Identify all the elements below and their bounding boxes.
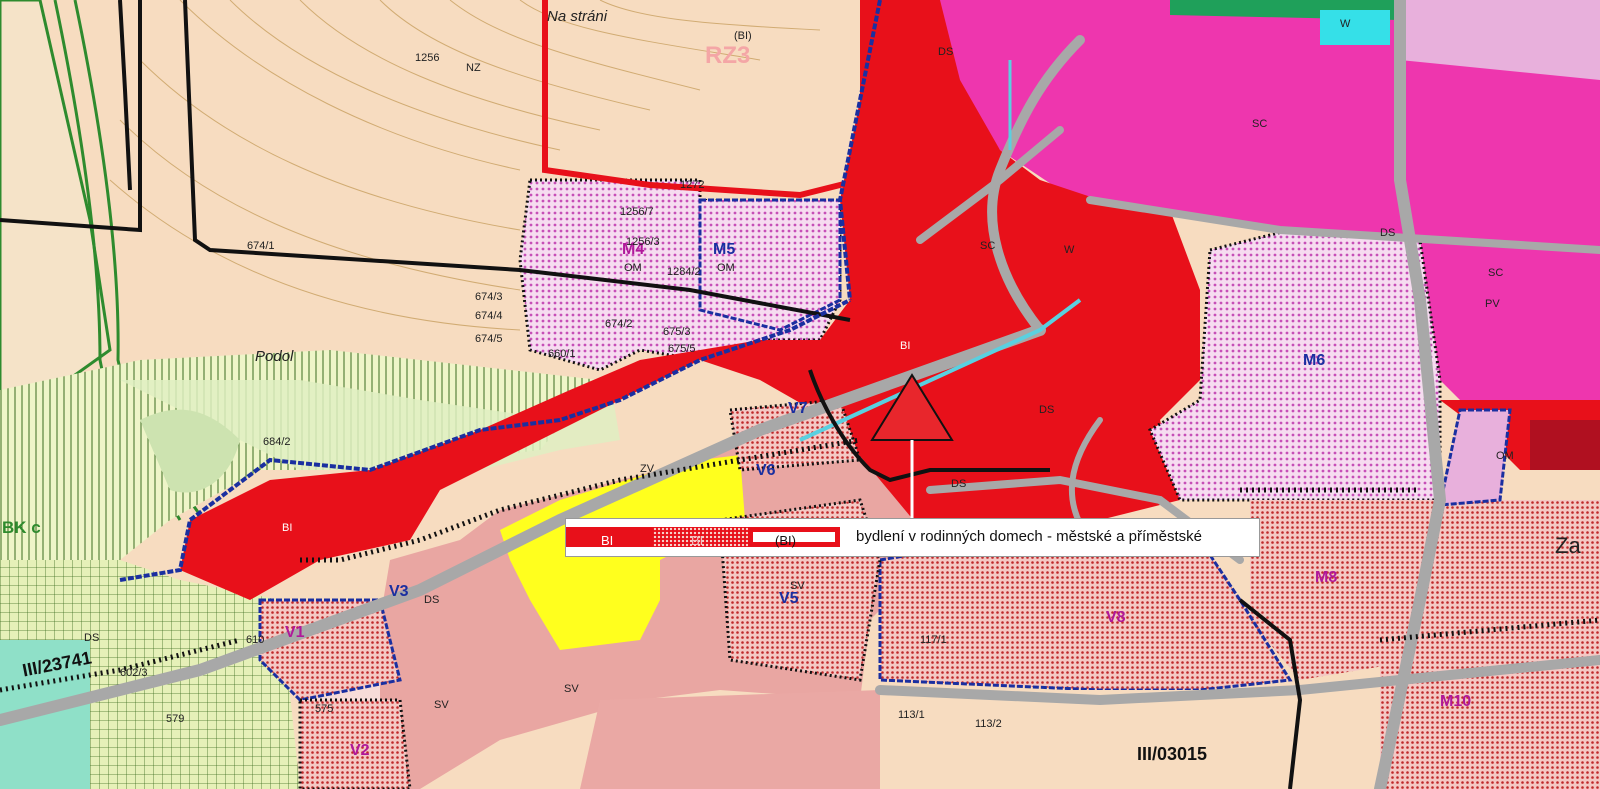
code-label-w-2: W: [1064, 244, 1075, 256]
place-label-za: Za: [1555, 533, 1581, 558]
code-label-om-3: OM: [1496, 450, 1514, 462]
zone-label-m8: M8: [1315, 569, 1338, 586]
code-label-zv-1: ZV: [640, 463, 655, 475]
parcel-label: 1256/7: [620, 206, 654, 218]
parcel-label: 602/3: [120, 667, 148, 679]
parcel-label: 575: [315, 703, 334, 715]
parcel-label: 675/3: [663, 326, 691, 338]
road-label-iii-03015: III/03015: [1137, 744, 1208, 764]
biocorridor-label: BK c: [2, 518, 41, 537]
code-label-ds-6: DS: [84, 632, 100, 644]
parcel-label: 1284/2: [667, 266, 701, 278]
parcel-label: 113/2: [975, 718, 1002, 730]
parcel-label: 675/5: [668, 343, 696, 355]
code-label-om-1: OM: [624, 262, 642, 274]
reserve-code-label: (BI): [734, 30, 752, 42]
zone-label-v6: V6: [756, 462, 776, 479]
parcel-label: 674/2: [605, 318, 633, 330]
legend-swatch-code: (BI): [775, 533, 796, 548]
code-label-sv-1: SV: [564, 683, 579, 695]
code-label-sv-3: SV: [790, 580, 805, 592]
reserve-name-label: RZ3: [705, 42, 751, 69]
parcel-label: 674/4: [475, 310, 503, 322]
nz-label: NZ: [466, 62, 481, 74]
map-legend: BI BI (BI) bydlení v rodinných domech - …: [565, 518, 1260, 557]
parcel-label: 660/1: [548, 348, 576, 360]
code-label-sv-2: SV: [434, 699, 449, 711]
zone-label-v7: V7: [788, 400, 808, 417]
code-label-sc-1: SC: [1252, 118, 1268, 130]
code-label-sc-3: SC: [1488, 267, 1504, 279]
place-label-podol: Podol: [255, 348, 294, 365]
code-label-ds-1: DS: [938, 46, 954, 58]
code-label-ds-3: DS: [951, 478, 967, 490]
parcel-label: 674/1: [247, 240, 275, 252]
parcel-label: 684/2: [263, 436, 291, 448]
parcel-label: 1272: [680, 179, 705, 191]
code-label-om-2: OM: [717, 262, 735, 274]
zone-label-v3: V3: [389, 583, 409, 600]
zone-label-m5: M5: [713, 241, 736, 258]
zone-label-v2: V2: [350, 742, 370, 759]
code-label-w-1: W: [1340, 18, 1351, 30]
place-label-na-strani: Na stráni: [547, 8, 608, 25]
zone-label-m6: M6: [1303, 352, 1326, 369]
legend-swatch-bi-reserve: (BI): [748, 527, 840, 548]
zoning-map[interactable]: [0, 0, 1600, 789]
parcel-label: 674/3: [475, 291, 503, 303]
code-label-sc-2: SC: [980, 240, 996, 252]
zone-label-v1: V1: [285, 624, 305, 641]
legend-swatch-bi-planned: BI: [653, 527, 748, 548]
parcel-label: 674/5: [475, 333, 503, 345]
code-label-ds-2: DS: [1039, 404, 1055, 416]
zone-label-v8: V8: [1106, 609, 1126, 626]
parcel-label: 1256: [415, 52, 440, 64]
legend-text: bydlení v rodinných domech - městské a p…: [856, 528, 1202, 545]
code-label-bi-2: BI: [900, 340, 911, 352]
parcel-label: 113/1: [898, 709, 925, 721]
zone-label-v5: V5: [779, 590, 799, 607]
zone-label-m10: M10: [1440, 693, 1472, 710]
parcel-label: 117/1: [920, 634, 947, 646]
code-label-pv-1: PV: [1485, 298, 1500, 310]
legend-swatch-bi: BI: [566, 527, 653, 548]
parcel-label: 579: [166, 713, 185, 725]
parcel-label: 1256/3: [626, 236, 660, 248]
legend-swatch-code: BI: [691, 533, 704, 548]
parcel-label: 610: [246, 634, 265, 646]
code-label-bi-1: BI: [282, 522, 293, 534]
code-label-ds-4: DS: [1380, 227, 1396, 239]
code-label-ds-5: DS: [424, 594, 440, 606]
legend-swatch-code: BI: [601, 533, 614, 548]
